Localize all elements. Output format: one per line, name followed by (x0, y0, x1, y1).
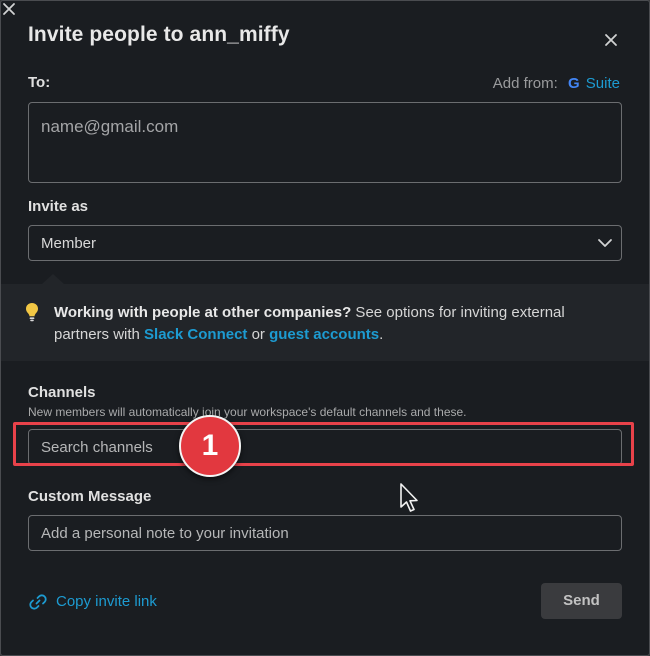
google-g-icon[interactable]: G (568, 75, 580, 92)
add-from: Add from: G Suite (493, 75, 620, 92)
custom-message-label: Custom Message (28, 488, 152, 505)
external-partners-banner: Working with people at other companies? … (1, 274, 649, 361)
link-icon (29, 594, 47, 610)
banner-caret (42, 274, 64, 284)
invite-as-select[interactable]: Member (28, 225, 622, 261)
copy-invite-link-label: Copy invite link (56, 593, 157, 610)
search-channels-input[interactable]: Search channels (28, 429, 622, 465)
to-input[interactable]: name@gmail.com (28, 102, 622, 183)
custom-message-placeholder: Add a personal note to your invitation (41, 525, 289, 542)
search-channels-placeholder: Search channels (41, 439, 153, 456)
banner-text-2: or (247, 326, 270, 343)
invite-as-label: Invite as (28, 198, 89, 215)
to-placeholder: name@gmail.com (41, 117, 179, 136)
gsuite-link[interactable]: Suite (586, 75, 620, 92)
mouse-pointer-icon (400, 483, 420, 520)
annotation-step-badge: 1 (179, 415, 241, 477)
lightbulb-icon (25, 302, 39, 327)
banner-text: Working with people at other companies? … (54, 302, 614, 346)
slack-connect-link[interactable]: Slack Connect (144, 326, 247, 343)
invite-dialog: Invite people to ann_miffy To: Add from:… (0, 0, 650, 656)
chevron-down-icon (597, 236, 613, 254)
guest-accounts-link[interactable]: guest accounts (269, 326, 379, 343)
dialog-title: Invite people to ann_miffy (28, 23, 290, 46)
close-icon[interactable] (601, 30, 621, 50)
custom-message-input[interactable]: Add a personal note to your invitation (28, 515, 622, 551)
add-from-label: Add from: (492, 75, 558, 92)
channels-hint: New members will automatically join your… (28, 405, 467, 419)
banner-bold-text: Working with people at other companies? (54, 304, 352, 321)
to-label: To: (28, 74, 51, 91)
channels-label: Channels (28, 384, 96, 401)
banner-close-icon[interactable] (1, 1, 17, 22)
invite-as-value: Member (41, 235, 97, 252)
send-button[interactable]: Send (541, 583, 622, 619)
banner-text-3: . (379, 326, 384, 343)
